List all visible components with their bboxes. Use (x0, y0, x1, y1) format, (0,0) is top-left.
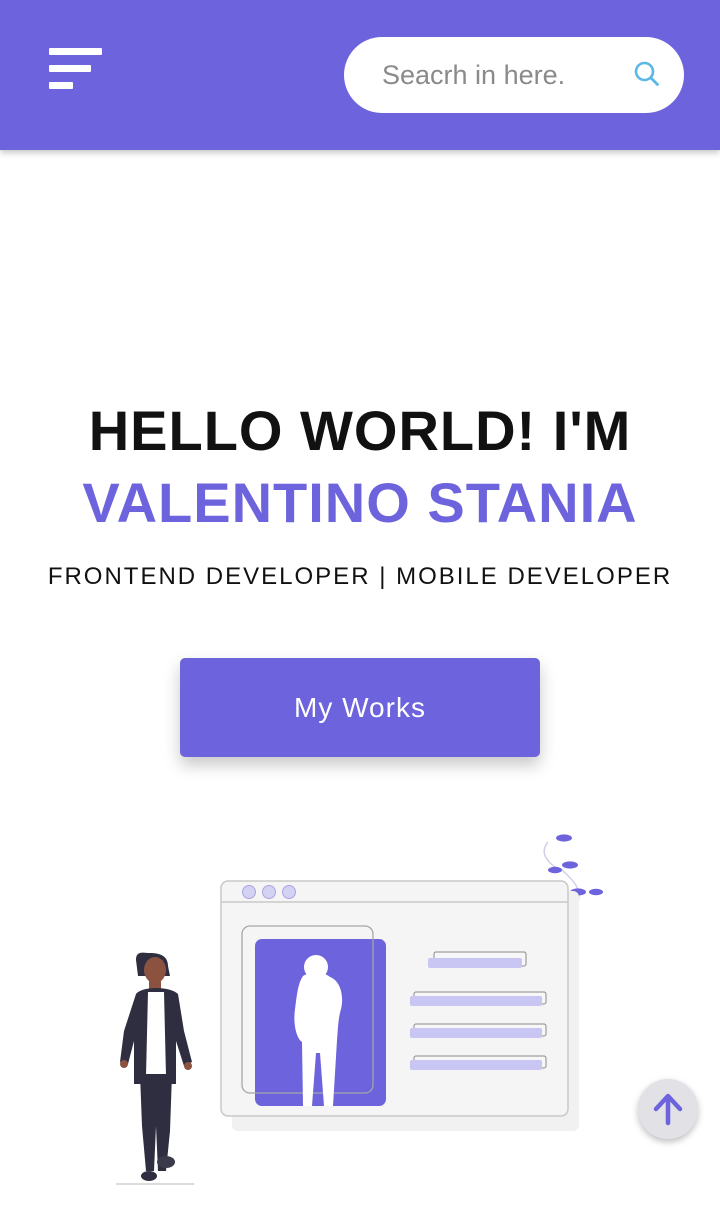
search-input[interactable] (382, 55, 602, 95)
scroll-to-top-button[interactable] (638, 1079, 698, 1139)
top-app-bar (0, 0, 720, 150)
arrow-up-icon (653, 1093, 683, 1126)
person-figure (116, 952, 194, 1185)
hero-name: VALENTINO STANIA (82, 471, 638, 534)
menu-button[interactable] (46, 46, 106, 92)
hamburger-menu-icon (49, 48, 102, 55)
search-icon[interactable] (632, 59, 662, 89)
developer-illustration (116, 834, 603, 1185)
search-box[interactable] (344, 37, 684, 113)
my-works-button[interactable]: My Works (180, 658, 540, 757)
hero-greeting: HELLO WORLD! I'M (88, 399, 632, 462)
hero-subtitle: FRONTEND DEVELOPER | MOBILE DEVELOPER (47, 563, 673, 590)
